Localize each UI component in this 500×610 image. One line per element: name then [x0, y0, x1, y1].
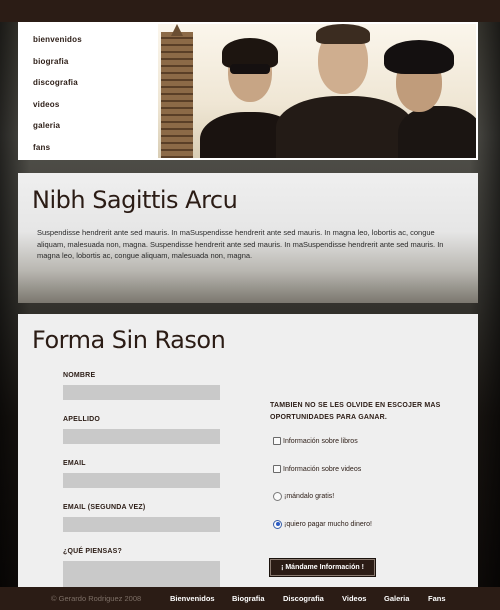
- band-member-1-sunglasses: [230, 64, 270, 74]
- apellido-label: APELLIDO: [63, 416, 100, 423]
- article-body: Suspendisse hendrerit ante sed mauris. I…: [37, 228, 444, 260]
- nav-item-bienvenidos[interactable]: bienvenidos: [33, 34, 153, 56]
- option-libros[interactable]: Información sobre libros: [273, 436, 358, 446]
- form-title: Forma Sin Rason: [32, 326, 226, 354]
- nav-item-biografia[interactable]: biografia: [33, 56, 153, 78]
- footer-link-videos[interactable]: Videos: [342, 594, 366, 603]
- band-member-2-hair: [316, 24, 370, 44]
- videos-label: Información sobre videos: [283, 465, 362, 473]
- nav-item-discografia[interactable]: discografia: [33, 77, 153, 99]
- top-bar: [0, 0, 500, 22]
- gratis-radio[interactable]: [273, 491, 282, 501]
- footer-link-biografia[interactable]: Biografia: [232, 594, 265, 603]
- band-member-3-hat: [384, 40, 454, 74]
- site-header: bienvenidos biografia discografia videos…: [18, 22, 478, 160]
- option-dinero[interactable]: ¡quiero pagar mucho dinero!: [273, 519, 372, 529]
- piensas-textarea[interactable]: [63, 561, 220, 587]
- option-videos[interactable]: Información sobre videos: [273, 464, 361, 474]
- dinero-radio[interactable]: [273, 519, 282, 529]
- nav-item-videos[interactable]: videos: [33, 99, 153, 121]
- footer-link-discografia[interactable]: Discografia: [283, 594, 324, 603]
- band-photo: [158, 24, 476, 158]
- band-member-2-body: [276, 96, 414, 158]
- footer-link-bienvenidos[interactable]: Bienvenidos: [170, 594, 215, 603]
- email-label: EMAIL: [63, 460, 86, 467]
- gratis-label: ¡mándalo gratis!: [284, 492, 335, 500]
- apellido-input[interactable]: [63, 429, 220, 444]
- footer-link-galeria[interactable]: Galeria: [384, 594, 409, 603]
- nombre-label: NOMBRE: [63, 372, 96, 379]
- band-member-3-body: [398, 106, 476, 158]
- options-heading: TAMBIEN NO SE LES OLVIDE EN ESCOJER MAS …: [270, 402, 441, 421]
- email-confirm-input[interactable]: [63, 517, 220, 532]
- tower-image: [161, 32, 193, 158]
- piensas-label: ¿QUÉ PIENSAS?: [63, 548, 122, 555]
- intro-article: Nibh Sagittis Arcu Suspendisse hendrerit…: [18, 173, 478, 303]
- email-confirm-label: EMAIL (SEGUNDA VEZ): [63, 504, 146, 511]
- videos-checkbox[interactable]: [273, 465, 281, 473]
- email-input[interactable]: [63, 473, 220, 488]
- nav-item-galeria[interactable]: galeria: [33, 120, 153, 142]
- contact-form-panel: Forma Sin Rason NOMBRE APELLIDO EMAIL EM…: [18, 314, 478, 587]
- footer-link-fans[interactable]: Fans: [428, 594, 446, 603]
- option-gratis[interactable]: ¡mándalo gratis!: [273, 491, 334, 501]
- libros-label: Información sobre libros: [283, 437, 358, 445]
- libros-checkbox[interactable]: [273, 437, 281, 445]
- main-nav: bienvenidos biografia discografia videos…: [33, 34, 153, 163]
- article-title: Nibh Sagittis Arcu: [32, 186, 238, 214]
- nombre-input[interactable]: [63, 385, 220, 400]
- dinero-label: ¡quiero pagar mucho dinero!: [284, 520, 372, 528]
- site-footer: © Gerardo Rodriguez 2008 Bienvenidos Bio…: [0, 587, 500, 610]
- submit-button[interactable]: ¡ Mándame Información !: [270, 559, 375, 576]
- copyright-text: © Gerardo Rodriguez 2008: [51, 594, 142, 603]
- nav-item-fans[interactable]: fans: [33, 142, 153, 164]
